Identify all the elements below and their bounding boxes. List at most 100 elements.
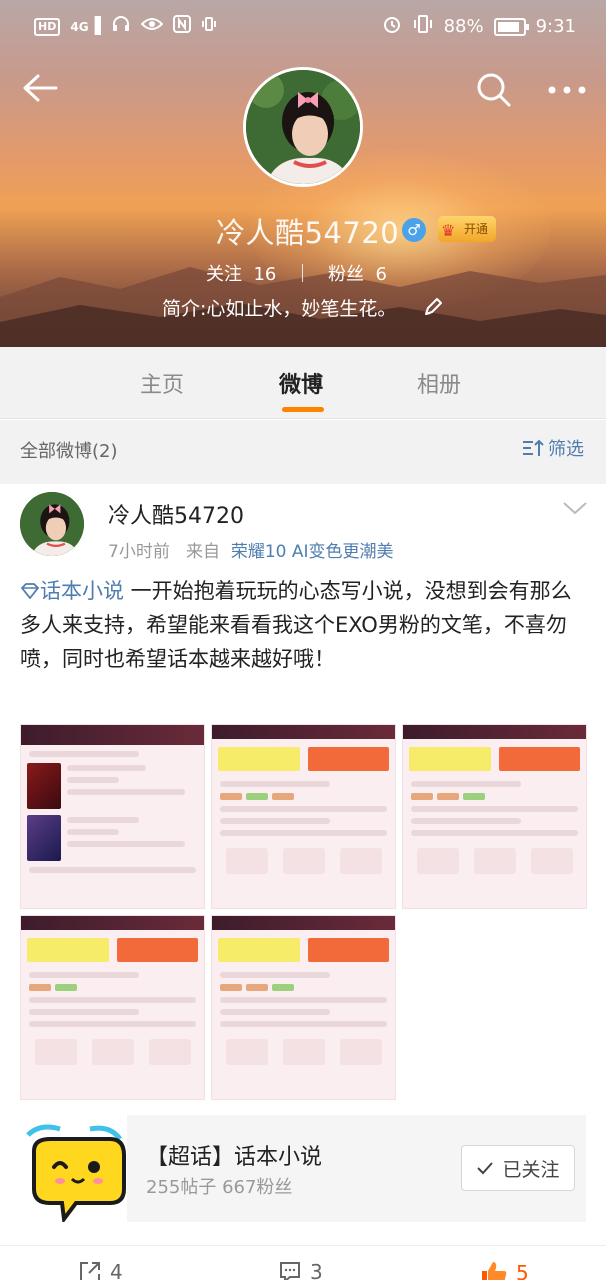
vip-open-badge[interactable]: ♛ 开通 [438, 216, 496, 242]
battery-fill [497, 21, 519, 32]
share-icon [80, 1262, 100, 1280]
headset-icon [111, 14, 131, 39]
post-body: 话本小说 一开始抱着玩玩的心态写小说，没想到会有那么多人来支持，希望能来看看我这… [20, 574, 586, 676]
like-button[interactable]: 5 [480, 1260, 529, 1280]
thumb-continue-block [307, 938, 389, 962]
followers-count: 6 [375, 264, 387, 285]
tab-home[interactable]: 主页 [140, 367, 184, 399]
profile-tabs: 主页 微博 相册 [0, 347, 606, 419]
post-image-2[interactable] [211, 724, 396, 909]
thumb-button-row [21, 930, 204, 966]
thumb-tags [411, 793, 578, 800]
thumb-header [212, 725, 395, 739]
edit-pencil-icon[interactable] [422, 296, 444, 318]
thumb-collected-block [218, 747, 300, 771]
vibrate-icon [201, 15, 217, 38]
more-dots-icon [548, 86, 586, 94]
followers-stat[interactable]: 粉丝 6 [328, 260, 387, 286]
super-topic-card[interactable]: 【超话】话本小说 255帖子 667粉丝 已关注 [20, 1115, 586, 1222]
tab-weibo[interactable]: 微博 [279, 367, 323, 399]
topic-link[interactable]: 话本小说 [20, 579, 124, 603]
status-bar: HD 4G▐ 88% 9:31 [0, 0, 606, 50]
male-gender-icon: ♂ [402, 218, 426, 242]
thumb-continue-block [498, 747, 580, 771]
like-count: 5 [516, 1261, 529, 1280]
share-button[interactable]: 4 [78, 1260, 123, 1280]
following-stat[interactable]: 关注 16 [206, 260, 276, 286]
thumb-book-item [27, 763, 198, 809]
thumb-header [403, 725, 586, 739]
status-left-icons: HD 4G▐ [34, 14, 217, 39]
thumb-tags [220, 793, 387, 800]
stat-divider [302, 264, 303, 282]
thumb-book-item [27, 815, 198, 861]
following-label: 关注 [206, 264, 242, 285]
tab-album[interactable]: 相册 [417, 367, 461, 399]
topic-link-label: 话本小说 [40, 579, 124, 603]
thumb-line [220, 997, 387, 1003]
thumb-header [21, 916, 204, 930]
topic-stats: 255帖子 667粉丝 [146, 1177, 293, 1198]
thumb-stats [218, 1039, 389, 1065]
thumb-stats [27, 1039, 198, 1065]
vibrate-mode-icon [412, 14, 434, 39]
thumb-header [212, 916, 395, 930]
post-meta: 7小时前 来自 荣耀10 AI变色更潮美 [108, 537, 394, 562]
filter-button[interactable]: 筛选 [522, 435, 584, 461]
profile-name: 冷人酷54720 [216, 216, 400, 250]
follow-stats: 关注 16 粉丝 6 [0, 258, 606, 288]
thumb-line [220, 972, 330, 978]
chevron-down-icon[interactable] [560, 498, 590, 518]
thumb-line [29, 972, 139, 978]
thumb-line [411, 818, 521, 824]
profile-avatar[interactable] [243, 67, 363, 187]
nfc-icon [172, 15, 191, 38]
back-button[interactable] [20, 70, 60, 110]
thumb-line [220, 830, 387, 836]
post-source-link[interactable]: 荣耀10 AI变色更潮美 [231, 542, 394, 562]
post-image-3[interactable] [402, 724, 587, 909]
thumb-line [411, 806, 578, 812]
vip-label: 开通 [464, 222, 489, 236]
thumb-stats [218, 848, 389, 874]
followed-button[interactable]: 已关注 [461, 1145, 575, 1191]
thumb-line [29, 1009, 139, 1015]
post-author-name[interactable]: 冷人酷54720 [108, 498, 244, 530]
speech-bubble-face-icon [26, 1124, 126, 1222]
thumb-collected-block [27, 938, 109, 962]
thumb-line [411, 830, 578, 836]
thumb-continue-block [116, 938, 198, 962]
profile-bio: 简介:心如止水，妙笔生花。 [162, 298, 397, 320]
thumb-button-row [212, 739, 395, 775]
more-button[interactable] [544, 70, 590, 110]
thumb-collected-block [409, 747, 491, 771]
topic-title: 【超话】话本小说 [146, 1145, 323, 1170]
arrow-left-icon [23, 74, 58, 102]
thumb-book-lines [67, 763, 198, 809]
comment-button[interactable]: 3 [278, 1260, 323, 1280]
search-icon [477, 73, 511, 107]
followed-label: 已关注 [502, 1158, 560, 1181]
all-posts-title: 全部微博(2) [20, 441, 118, 462]
filter-bar: 全部微博(2) 筛选 [0, 420, 606, 472]
search-button[interactable] [474, 70, 514, 110]
crown-icon: ♛ [441, 221, 456, 240]
eye-icon [140, 16, 164, 37]
section-divider [0, 472, 606, 484]
topic-logo [20, 1115, 127, 1222]
profile-name-row: 冷人酷54720 ♂ ♛ 开通 [0, 210, 606, 250]
following-count: 16 [253, 264, 277, 285]
thumb-line [220, 1021, 387, 1027]
avatar-portrait-image [246, 70, 360, 184]
post-image-5[interactable] [211, 915, 396, 1100]
post-action-bar: 4 3 5 [0, 1245, 606, 1280]
post-author-avatar[interactable] [20, 492, 84, 556]
status-right-icons: 88% 9:31 [382, 14, 576, 39]
comment-count: 3 [310, 1260, 323, 1280]
thumb-book-lines [67, 815, 198, 861]
profile-header: HD 4G▐ 88% 9:31 冷人酷54720 ♂ ♛ 开通 关注 16 粉丝… [0, 0, 606, 347]
post-image-1[interactable] [20, 724, 205, 909]
thumb-collected-block [218, 938, 300, 962]
post-image-4[interactable] [20, 915, 205, 1100]
thumb-button-row [212, 930, 395, 966]
